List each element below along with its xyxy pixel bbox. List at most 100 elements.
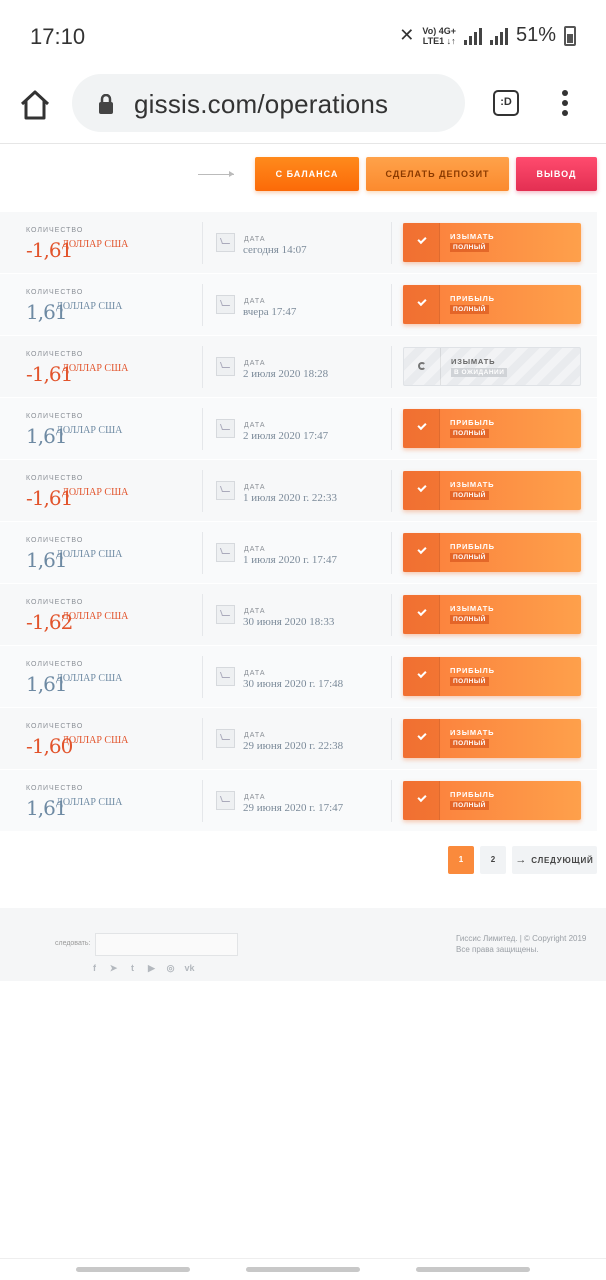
column-divider [391,656,392,698]
overflow-menu-icon[interactable] [560,90,570,118]
copyright-line-2: Все права защищены. [456,945,539,954]
status-state: ПОЛНЫЙ [450,677,489,686]
address-bar[interactable]: gissis.com/operations [72,74,465,132]
quantity-label: КОЛИЧЕСТВО [26,537,84,544]
status-badge: ПРИБЫЛЬ ПОЛНЫЙ [403,533,581,572]
operation-row: КОЛИЧЕСТВО 1,61 ДОЛЛАР США ДАТА 30 июня 2020… [0,646,597,708]
date-value: 29 июня 2020 г. 22:38 [243,740,344,752]
status-icon-box [403,533,440,572]
next-page-button[interactable]: → СЛЕДУЮЩИЙ [512,846,597,874]
quantity-label: КОЛИЧЕСТВО [26,599,84,606]
back-button[interactable] [416,1267,530,1272]
status-type: ПРИБЫЛЬ [450,790,495,799]
date-label: ДАТА [244,298,266,305]
status-type: ИЗЫМАТЬ [450,480,495,489]
status-badge: ПРИБЫЛЬ ПОЛНЫЙ [403,409,581,448]
currency-unit: ДОЛЛАР США [62,735,129,746]
status-state: В ОЖИДАНИИ [451,368,508,377]
column-divider [391,532,392,574]
calendar-icon [216,419,235,438]
network-type-top: Vo) 4G+ [422,25,456,36]
make-deposit-button[interactable]: СДЕЛАТЬ ДЕПОЗИТ [366,157,509,191]
operation-row: КОЛИЧЕСТВО 1,61 ДОЛЛАР США ДАТА 1 июля 2020 … [0,522,597,584]
home-button[interactable] [246,1267,360,1272]
status-icon-box [403,781,440,820]
date-label: ДАТА [244,422,266,429]
twitter-icon[interactable]: t [127,963,138,974]
currency-unit: ДОЛЛАР США [56,673,123,684]
lock-icon [99,94,113,114]
quantity-label: КОЛИЧЕСТВО [26,723,84,730]
status-type: ИЗЫМАТЬ [450,232,495,241]
quantity-label: КОЛИЧЕСТВО [26,351,84,358]
column-divider [202,346,203,388]
date-label: ДАТА [244,360,266,367]
date-value: 30 июня 2020 18:33 [243,616,335,628]
column-divider [391,594,392,636]
status-badge: ПРИБЫЛЬ ПОЛНЫЙ [403,781,581,820]
date-value: 2 июля 2020 17:47 [243,430,329,442]
currency-unit: ДОЛЛАР США [62,363,129,374]
check-icon [417,234,427,245]
vk-icon[interactable]: vk [184,963,195,974]
currency-unit: ДОЛЛАР США [62,239,129,250]
quantity-label: КОЛИЧЕСТВО [26,661,84,668]
column-divider [202,222,203,264]
network-indicator: Vo) 4G+ LTE1 ↓↑ [422,26,456,46]
operation-row: КОЛИЧЕСТВО 1,61 ДОЛЛАР США ДАТА вчера 17:47 П… [0,274,597,336]
social-links: f ➤ t ▶ ◎ vk [89,963,195,974]
facebook-icon[interactable]: f [89,963,100,974]
operations-filters: С БАЛАНСА СДЕЛАТЬ ДЕПОЗИТ ВЫВОД [0,145,606,205]
from-balance-button[interactable]: С БАЛАНСА [255,157,359,191]
operation-row: КОЛИЧЕСТВО -1,61 ДОЛЛАР США ДАТА 1 июля 2020… [0,460,597,522]
page-1-button[interactable]: 1 [448,846,474,874]
battery-percent: 51% [515,24,556,46]
home-icon[interactable] [18,88,52,122]
calendar-icon [216,543,235,562]
withdraw-button[interactable]: ВЫВОД [516,157,597,191]
quantity-label: КОЛИЧЕСТВО [26,289,84,296]
quantity-label: КОЛИЧЕСТВО [26,227,84,234]
footer: следовать: f ➤ t ▶ ◎ vk Гиссис Лимитед. … [0,908,606,981]
pagination: 1 2 → СЛЕДУЮЩИЙ [0,846,606,876]
status-badge: ПРИБЫЛЬ ПОЛНЫЙ [403,657,581,696]
status-type: ИЗЫМАТЬ [450,728,495,737]
status-badge: ИЗЫМАТЬ В ОЖИДАНИИ [403,347,581,386]
quantity-label: КОЛИЧЕСТВО [26,475,84,482]
column-divider [391,222,392,264]
telegram-icon[interactable]: ➤ [108,963,119,974]
quantity-label: КОЛИЧЕСТВО [26,785,84,792]
operation-row: КОЛИЧЕСТВО -1,60 ДОЛЛАР США ДАТА 29 июня 202… [0,708,597,770]
calendar-icon [216,667,235,686]
status-icons: ✕ Vo) 4G+ LTE1 ↓↑ 51% [399,24,576,47]
copyright: Гиссис Лимитед. | © Copyright 2019 Все п… [456,933,586,955]
status-icon-box [403,285,440,324]
follow-field[interactable] [95,933,238,956]
column-divider [202,718,203,760]
copyright-line-1: Гиссис Лимитед. | © Copyright 2019 [456,934,587,943]
operation-row: КОЛИЧЕСТВО -1,61 ДОЛЛАР США ДАТА сегодня 14:… [0,212,597,274]
mute-icon: ✕ [399,25,415,45]
check-icon [417,668,427,679]
status-type: ИЗЫМАТЬ [451,357,496,366]
instagram-icon[interactable]: ◎ [165,963,176,974]
status-bar: 17:10 ✕ Vo) 4G+ LTE1 ↓↑ 51% [0,0,606,72]
recent-apps-button[interactable] [76,1267,190,1272]
next-label: СЛЕДУЮЩИЙ [531,856,594,865]
status-state: ПОЛНЫЙ [450,305,489,314]
youtube-icon[interactable]: ▶ [146,963,157,974]
currency-unit: ДОЛЛАР США [56,425,123,436]
currency-unit: ДОЛЛАР США [56,301,123,312]
tabs-button[interactable]: :D [493,90,519,116]
column-divider [202,780,203,822]
quantity-label: КОЛИЧЕСТВО [26,413,84,420]
status-state: ПОЛНЫЙ [450,491,489,500]
check-icon [417,420,427,431]
browser-toolbar: gissis.com/operations :D [0,72,606,144]
arrow-right-icon: → [515,854,528,866]
currency-unit: ДОЛЛАР США [56,797,123,808]
clock: 17:10 [30,24,86,49]
page-2-button[interactable]: 2 [480,846,506,874]
status-icon-box [403,719,440,758]
battery-icon [564,25,576,46]
